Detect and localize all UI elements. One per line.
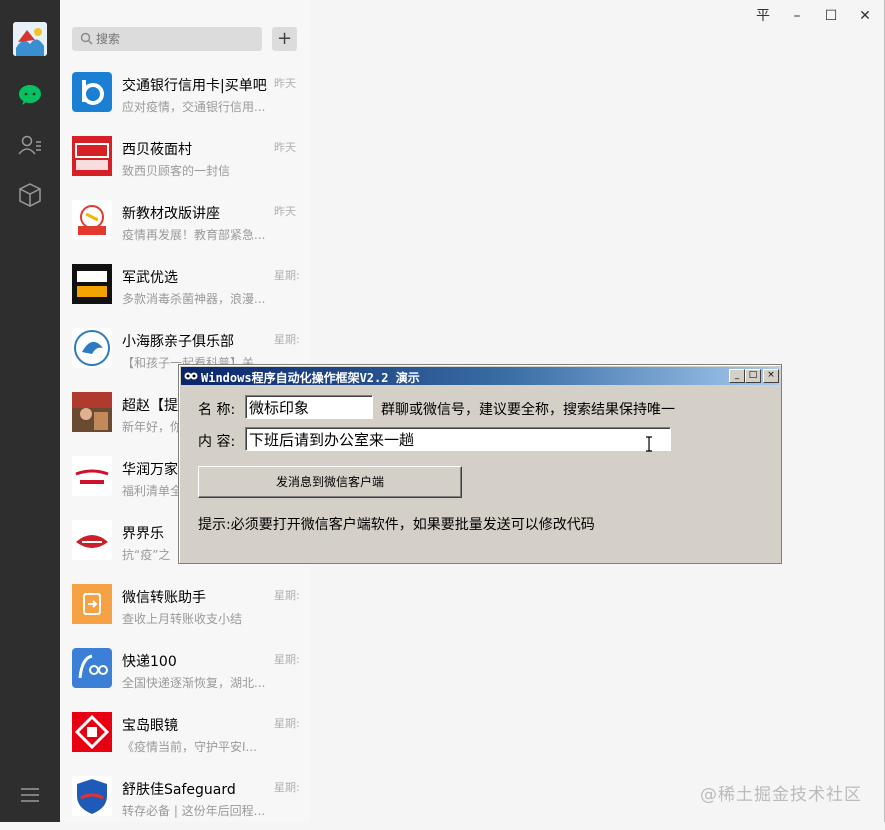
menu-icon[interactable] bbox=[17, 782, 43, 808]
chat-name: 交通银行信用卡|买单吧 bbox=[122, 78, 267, 94]
safeguard-logo bbox=[72, 776, 112, 816]
contacts-icon[interactable] bbox=[17, 132, 43, 158]
chat-list-item[interactable]: 宝岛眼镜《疫情当前，守护平安I... 星期: bbox=[60, 702, 310, 766]
name-hint: 群聊或微信号，建议要全称，搜索结果保持唯一 bbox=[381, 402, 675, 418]
avatar[interactable] bbox=[13, 22, 47, 56]
baodao-logo bbox=[72, 712, 112, 752]
dialog-title: Windows程序自动化操作框架V2.2 演示 bbox=[201, 371, 420, 385]
chat-name: 军武优选 bbox=[122, 270, 178, 286]
chat-list-item[interactable]: 新教材改版讲座疫情再发展！教育部紧急... 昨天 bbox=[60, 190, 310, 254]
chat-preview: 致西贝顾客的一封信 bbox=[122, 164, 231, 178]
send-message-button[interactable]: 发消息到微信客户端 bbox=[198, 466, 462, 498]
chat-time: 星期: bbox=[274, 269, 300, 282]
chat-preview: 应对疫情，交通银行信用... bbox=[122, 100, 266, 114]
transfer-logo bbox=[72, 584, 112, 624]
search-icon bbox=[80, 32, 93, 45]
dialog-titlebar[interactable]: Windows程序自动化操作框架V2.2 演示 _ □ × bbox=[181, 367, 779, 385]
content-field[interactable]: 下班后请到办公室来一趟 bbox=[245, 427, 671, 451]
jiejiele-logo bbox=[72, 520, 112, 560]
maximize-button[interactable]: ☐ bbox=[816, 5, 846, 27]
chat-preview: 转存必备 | 这份年后回程... bbox=[122, 804, 266, 818]
chat-time: 星期: bbox=[274, 653, 300, 666]
side-nav bbox=[0, 0, 60, 822]
chat-time: 昨天 bbox=[274, 77, 296, 90]
chat-icon[interactable] bbox=[17, 82, 43, 108]
chat-preview: 《疫情当前，守护平安I... bbox=[122, 740, 257, 754]
watermark: @稀土掘金技术社区 bbox=[700, 785, 862, 805]
name-field[interactable]: 微标印象 bbox=[245, 395, 373, 419]
minimize-button[interactable]: – bbox=[782, 5, 812, 27]
text-cursor-icon bbox=[646, 436, 652, 452]
content-label: 内 容: bbox=[198, 434, 236, 450]
search-box[interactable] bbox=[72, 27, 262, 51]
chat-name: 宝岛眼镜 bbox=[122, 718, 178, 734]
chat-preview: 全国快递逐渐恢复，湖北... bbox=[122, 676, 266, 690]
chat-time: 星期: bbox=[274, 781, 300, 794]
add-button[interactable]: + bbox=[272, 27, 297, 51]
automation-dialog: Windows程序自动化操作框架V2.2 演示 _ □ × 名 称: 微标印象 … bbox=[178, 364, 782, 564]
chat-name: 超赵【提 bbox=[122, 398, 178, 414]
chat-time: 星期: bbox=[274, 717, 300, 730]
chat-time: 星期: bbox=[274, 589, 300, 602]
chat-name: 微信转账助手 bbox=[122, 590, 206, 606]
chat-list-item[interactable]: 快递100 全国快递逐渐恢复，湖北... 星期: bbox=[60, 638, 310, 702]
chat-list-item[interactable]: 舒肤佳Safeguard 转存必备 | 这份年后回程... 星期: bbox=[60, 766, 310, 830]
photo-logo bbox=[72, 392, 112, 432]
chat-name: 舒肤佳Safeguard bbox=[122, 782, 236, 798]
chat-list-item[interactable]: 军武优选多款消毒杀菌神器，浪漫... 星期: bbox=[60, 254, 310, 318]
chat-name: 快递100 bbox=[122, 654, 177, 670]
chat-list-item[interactable]: 交通银行信用卡|买单吧 应对疫情，交通银行信用... 昨天 bbox=[60, 62, 310, 126]
vanguard-logo bbox=[72, 456, 112, 496]
tip-text: 提示:必须要打开微信客户端软件，如果要批量发送可以修改代码 bbox=[198, 517, 595, 533]
chat-preview: 疫情再发展！教育部紧急... bbox=[122, 228, 266, 242]
chat-name: 新教材改版讲座 bbox=[122, 206, 220, 222]
chat-name: 西贝莜面村 bbox=[122, 142, 192, 158]
box-icon[interactable] bbox=[17, 182, 43, 208]
textbook-logo bbox=[72, 200, 112, 240]
dialog-maximize-button[interactable]: □ bbox=[745, 369, 761, 383]
chat-preview: 查收上月转账收支小结 bbox=[122, 612, 243, 626]
chat-preview: 多款消毒杀菌神器，浪漫... bbox=[122, 292, 266, 306]
chat-list-item[interactable]: 微信转账助手查收上月转账收支小结 星期: bbox=[60, 574, 310, 638]
dolphin-logo bbox=[72, 328, 112, 368]
dialog-minimize-button[interactable]: _ bbox=[729, 369, 745, 383]
search-input[interactable] bbox=[94, 27, 256, 51]
chat-name: 界界乐 bbox=[122, 526, 164, 542]
chat-name: 小海豚亲子俱乐部 bbox=[122, 334, 234, 350]
junwu-logo bbox=[72, 264, 112, 304]
name-label: 名 称: bbox=[198, 402, 236, 418]
pin-button[interactable]: 平 bbox=[748, 5, 778, 27]
kuaidi100-logo bbox=[72, 648, 112, 688]
chat-time: 昨天 bbox=[274, 205, 296, 218]
dialog-close-button[interactable]: × bbox=[763, 369, 779, 383]
app-icon bbox=[184, 372, 198, 380]
bocom-logo bbox=[72, 72, 112, 112]
xibei-logo bbox=[72, 136, 112, 176]
close-button[interactable]: ✕ bbox=[850, 5, 880, 27]
chat-time: 星期: bbox=[274, 333, 300, 346]
chat-list-item[interactable]: 西贝莜面村致西贝顾客的一封信 昨天 bbox=[60, 126, 310, 190]
chat-name: 华润万家 bbox=[122, 462, 178, 478]
chat-time: 昨天 bbox=[274, 141, 296, 154]
